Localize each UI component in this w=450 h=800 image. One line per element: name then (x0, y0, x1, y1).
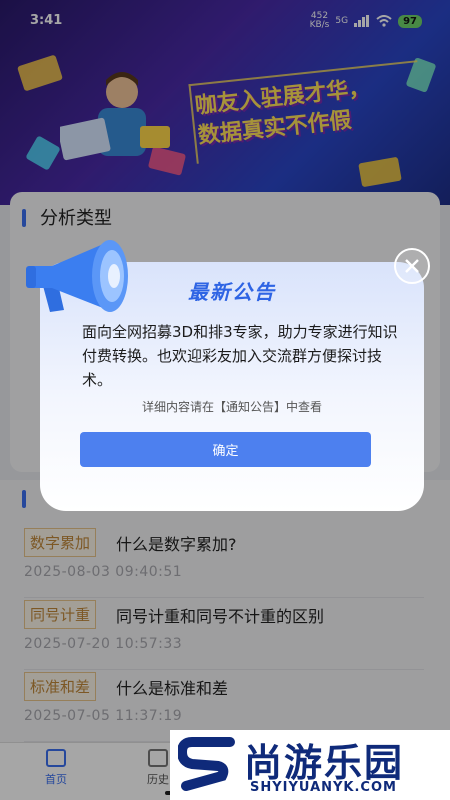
dialog-hint: 详细内容请在【通知公告】中查看 (141, 400, 322, 414)
watermark-url: SHYIYUANYK.COM (250, 780, 397, 795)
close-icon (405, 259, 419, 273)
watermark-logo (178, 737, 235, 791)
site-watermark: 尚游乐园 SHYIYUANYK.COM (170, 730, 450, 800)
close-button[interactable] (394, 248, 430, 284)
dialog-body: 面向全网招募3D和排3专家，助力专家进行知识付费转换。也欢迎彩友加入交流群方便探… (82, 323, 398, 389)
megaphone-icon (26, 240, 128, 312)
watermark-brand: 尚游乐园 (244, 741, 405, 785)
confirm-button[interactable]: 确定 (80, 432, 371, 467)
